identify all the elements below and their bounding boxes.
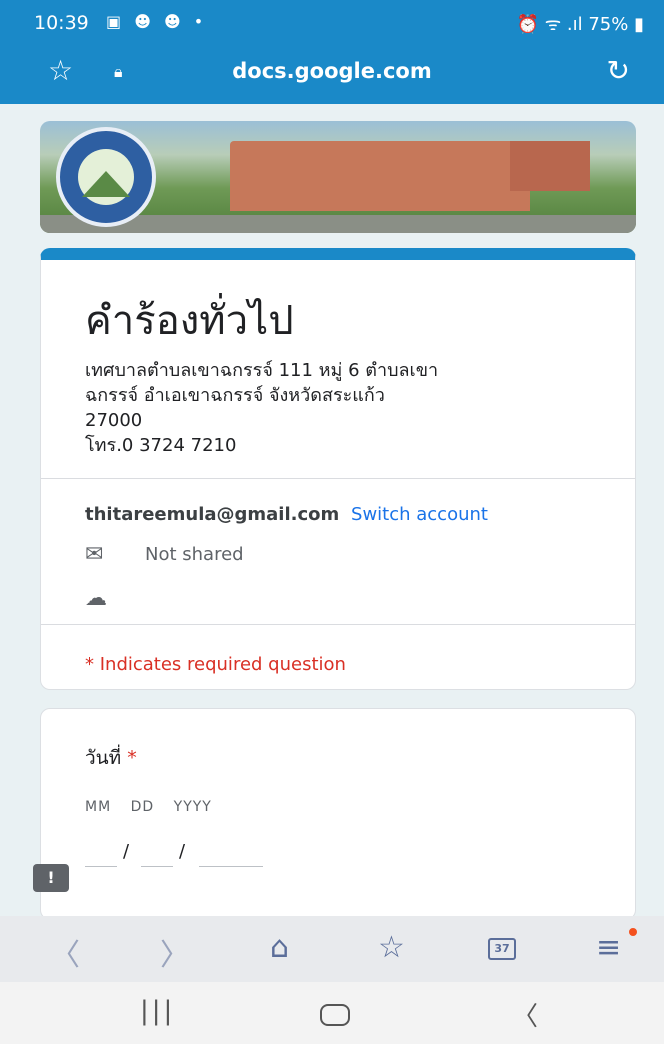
page-content: คำร้องทั่วไป เทศบาลตำบลเขาฉกรรจ์ 111 หมู… bbox=[0, 104, 664, 916]
status-time: 10:39 bbox=[34, 12, 89, 34]
browser-url-bar: ☆ 🔒︎ docs.google.com ↻ bbox=[0, 44, 664, 104]
banner-building-side bbox=[510, 141, 590, 191]
recent-apps-icon[interactable]: ||| bbox=[140, 996, 175, 1026]
year-hint: YYYY bbox=[173, 799, 212, 815]
question-label: วันที่ * bbox=[85, 743, 137, 773]
date-format-hint: MM DD YYYY bbox=[85, 799, 226, 815]
day-input[interactable] bbox=[141, 839, 173, 867]
date-question-card: วันที่ * MM DD YYYY / / bbox=[40, 708, 636, 916]
day-hint: DD bbox=[130, 799, 155, 815]
cloud-saved-icon: ☁ bbox=[85, 586, 107, 611]
date-separator: / bbox=[123, 841, 130, 862]
status-bar: 10:39 ▣ ☻ ☻ • ⏰ ᯤ .ıl 75% ▮ bbox=[0, 0, 664, 44]
form-header-card: คำร้องทั่วไป เทศบาลตำบลเขาฉกรรจ์ 111 หมู… bbox=[40, 248, 636, 690]
divider bbox=[41, 624, 635, 625]
divider bbox=[41, 478, 635, 479]
bookmarks-icon[interactable]: ☆ bbox=[378, 930, 405, 965]
system-back-icon[interactable]: 〈 bbox=[512, 996, 538, 1033]
account-email: thitareemula@gmail.com bbox=[85, 504, 340, 525]
url-text[interactable]: docs.google.com bbox=[0, 59, 664, 83]
description-line: 27000 bbox=[85, 410, 143, 431]
forward-icon[interactable]: 〉 bbox=[160, 930, 190, 974]
form-title: คำร้องทั่วไป bbox=[85, 298, 294, 344]
menu-notification-dot bbox=[629, 928, 637, 936]
not-shared-label: Not shared bbox=[145, 544, 244, 565]
system-home-icon[interactable] bbox=[320, 1004, 350, 1026]
reload-icon[interactable]: ↻ bbox=[607, 54, 630, 87]
header-banner-image bbox=[40, 121, 636, 233]
description-line: โทร.0 3724 7210 bbox=[85, 435, 237, 456]
month-hint: MM bbox=[85, 799, 112, 815]
question-title: วันที่ bbox=[85, 747, 122, 769]
home-icon[interactable]: ⌂ bbox=[270, 930, 289, 965]
system-nav-bar: ||| 〈 bbox=[0, 982, 664, 1044]
switch-account-link[interactable]: Switch account bbox=[351, 504, 488, 525]
month-input[interactable] bbox=[85, 839, 117, 867]
menu-icon[interactable]: ≡ bbox=[596, 930, 621, 965]
date-separator: / bbox=[179, 841, 186, 862]
description-line: ฉกรรจ์ อำเอเขาฉกรรจ์ จังหวัดสระแก้ว bbox=[85, 385, 385, 406]
account-row: thitareemula@gmail.com Switch account bbox=[85, 504, 488, 525]
tabs-icon[interactable]: 37 bbox=[488, 938, 516, 960]
banner-building bbox=[230, 141, 530, 211]
required-asterisk: * bbox=[127, 747, 137, 769]
year-input[interactable] bbox=[199, 839, 263, 867]
feedback-icon[interactable]: ! bbox=[33, 864, 69, 892]
back-icon[interactable]: 〈 bbox=[50, 930, 80, 974]
status-right: ⏰ ᯤ .ıl 75% ▮ bbox=[516, 14, 644, 35]
description-line: เทศบาลตำบลเขาฉกรรจ์ 111 หมู่ 6 ตำบลเขา bbox=[85, 360, 439, 381]
browser-bottom-nav: 〈 〉 ⌂ ☆ 37 ≡ bbox=[0, 916, 664, 982]
form-description: เทศบาลตำบลเขาฉกรรจ์ 111 หมู่ 6 ตำบลเขา ฉ… bbox=[85, 358, 605, 458]
mail-not-shared-icon: ✉ bbox=[85, 542, 104, 567]
municipality-emblem-logo bbox=[56, 127, 156, 227]
required-note: * Indicates required question bbox=[85, 654, 346, 675]
notification-icons: ▣ ☻ ☻ • bbox=[106, 12, 208, 31]
